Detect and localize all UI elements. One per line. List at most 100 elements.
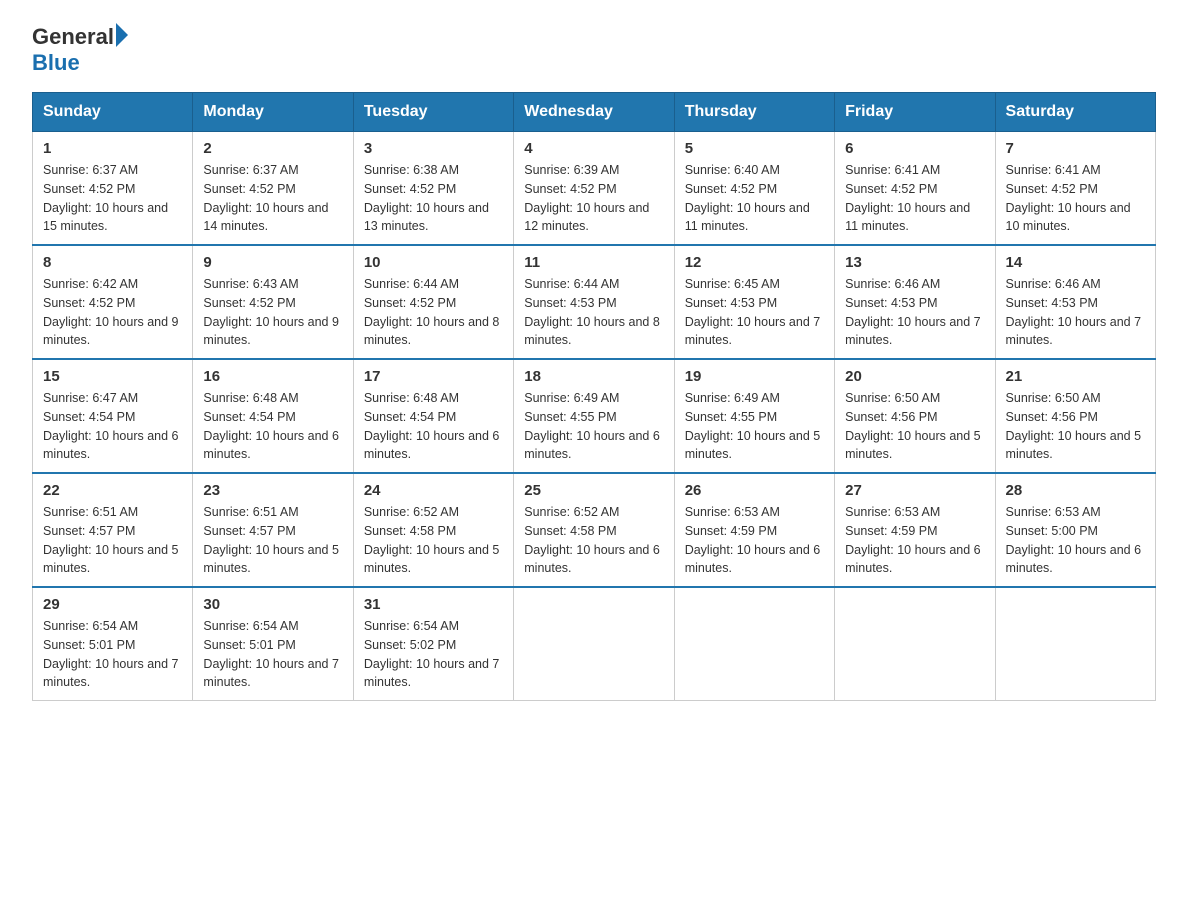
day-detail: Sunrise: 6:41 AMSunset: 4:52 PMDaylight:… — [845, 161, 984, 236]
day-detail: Sunrise: 6:48 AMSunset: 4:54 PMDaylight:… — [203, 389, 342, 464]
day-number: 16 — [203, 368, 342, 385]
logo-arrow-icon — [116, 23, 128, 47]
calendar-cell — [995, 587, 1155, 701]
day-detail: Sunrise: 6:50 AMSunset: 4:56 PMDaylight:… — [1006, 389, 1145, 464]
calendar-cell: 20 Sunrise: 6:50 AMSunset: 4:56 PMDayligh… — [835, 359, 995, 473]
day-detail: Sunrise: 6:53 AMSunset: 5:00 PMDaylight:… — [1006, 503, 1145, 578]
day-detail: Sunrise: 6:46 AMSunset: 4:53 PMDaylight:… — [845, 275, 984, 350]
weekday-header-sunday: Sunday — [33, 93, 193, 132]
calendar-cell: 17 Sunrise: 6:48 AMSunset: 4:54 PMDayligh… — [353, 359, 513, 473]
calendar-cell: 11 Sunrise: 6:44 AMSunset: 4:53 PMDayligh… — [514, 245, 674, 359]
day-detail: Sunrise: 6:46 AMSunset: 4:53 PMDaylight:… — [1006, 275, 1145, 350]
day-number: 13 — [845, 254, 984, 271]
day-number: 24 — [364, 482, 503, 499]
day-number: 26 — [685, 482, 824, 499]
day-number: 14 — [1006, 254, 1145, 271]
day-detail: Sunrise: 6:53 AMSunset: 4:59 PMDaylight:… — [845, 503, 984, 578]
day-detail: Sunrise: 6:49 AMSunset: 4:55 PMDaylight:… — [524, 389, 663, 464]
day-number: 10 — [364, 254, 503, 271]
calendar-cell: 4 Sunrise: 6:39 AMSunset: 4:52 PMDaylight… — [514, 132, 674, 246]
day-number: 3 — [364, 140, 503, 157]
day-number: 25 — [524, 482, 663, 499]
day-number: 8 — [43, 254, 182, 271]
weekday-header-saturday: Saturday — [995, 93, 1155, 132]
calendar-cell: 30 Sunrise: 6:54 AMSunset: 5:01 PMDayligh… — [193, 587, 353, 701]
calendar-cell: 15 Sunrise: 6:47 AMSunset: 4:54 PMDayligh… — [33, 359, 193, 473]
day-number: 22 — [43, 482, 182, 499]
day-detail: Sunrise: 6:38 AMSunset: 4:52 PMDaylight:… — [364, 161, 503, 236]
calendar-cell: 1Sunrise: 6:37 AMSunset: 4:52 PMDaylight… — [33, 132, 193, 246]
logo-general: General — [32, 24, 114, 50]
calendar-week-row: 15 Sunrise: 6:47 AMSunset: 4:54 PMDayligh… — [33, 359, 1156, 473]
calendar-cell: 5Sunrise: 6:40 AMSunset: 4:52 PMDaylight… — [674, 132, 834, 246]
calendar-cell: 7 Sunrise: 6:41 AMSunset: 4:52 PMDaylight… — [995, 132, 1155, 246]
weekday-header-thursday: Thursday — [674, 93, 834, 132]
weekday-header-friday: Friday — [835, 93, 995, 132]
calendar-cell: 27 Sunrise: 6:53 AMSunset: 4:59 PMDayligh… — [835, 473, 995, 587]
day-number: 17 — [364, 368, 503, 385]
day-detail: Sunrise: 6:41 AMSunset: 4:52 PMDaylight:… — [1006, 161, 1145, 236]
calendar-week-row: 8 Sunrise: 6:42 AMSunset: 4:52 PMDaylight… — [33, 245, 1156, 359]
page-header: General Blue — [32, 24, 1156, 76]
calendar-cell — [674, 587, 834, 701]
day-detail: Sunrise: 6:53 AMSunset: 4:59 PMDaylight:… — [685, 503, 824, 578]
weekday-header-wednesday: Wednesday — [514, 93, 674, 132]
day-number: 30 — [203, 596, 342, 613]
day-number: 15 — [43, 368, 182, 385]
calendar-cell: 23 Sunrise: 6:51 AMSunset: 4:57 PMDayligh… — [193, 473, 353, 587]
day-detail: Sunrise: 6:51 AMSunset: 4:57 PMDaylight:… — [43, 503, 182, 578]
calendar-cell: 14 Sunrise: 6:46 AMSunset: 4:53 PMDayligh… — [995, 245, 1155, 359]
calendar-cell: 22 Sunrise: 6:51 AMSunset: 4:57 PMDayligh… — [33, 473, 193, 587]
day-detail: Sunrise: 6:51 AMSunset: 4:57 PMDaylight:… — [203, 503, 342, 578]
day-number: 4 — [524, 140, 663, 157]
calendar-cell: 31 Sunrise: 6:54 AMSunset: 5:02 PMDayligh… — [353, 587, 513, 701]
day-detail: Sunrise: 6:54 AMSunset: 5:01 PMDaylight:… — [203, 617, 342, 692]
weekday-header-monday: Monday — [193, 93, 353, 132]
day-number: 27 — [845, 482, 984, 499]
day-detail: Sunrise: 6:47 AMSunset: 4:54 PMDaylight:… — [43, 389, 182, 464]
day-detail: Sunrise: 6:50 AMSunset: 4:56 PMDaylight:… — [845, 389, 984, 464]
day-detail: Sunrise: 6:44 AMSunset: 4:52 PMDaylight:… — [364, 275, 503, 350]
day-number: 20 — [845, 368, 984, 385]
day-detail: Sunrise: 6:44 AMSunset: 4:53 PMDaylight:… — [524, 275, 663, 350]
calendar-cell: 18 Sunrise: 6:49 AMSunset: 4:55 PMDayligh… — [514, 359, 674, 473]
day-number: 28 — [1006, 482, 1145, 499]
calendar-week-row: 29 Sunrise: 6:54 AMSunset: 5:01 PMDayligh… — [33, 587, 1156, 701]
day-number: 11 — [524, 254, 663, 271]
day-detail: Sunrise: 6:52 AMSunset: 4:58 PMDaylight:… — [364, 503, 503, 578]
day-number: 6 — [845, 140, 984, 157]
day-detail: Sunrise: 6:40 AMSunset: 4:52 PMDaylight:… — [685, 161, 824, 236]
day-detail: Sunrise: 6:42 AMSunset: 4:52 PMDaylight:… — [43, 275, 182, 350]
calendar-cell — [514, 587, 674, 701]
day-number: 2 — [203, 140, 342, 157]
logo-blue: Blue — [32, 50, 80, 76]
calendar-cell: 16 Sunrise: 6:48 AMSunset: 4:54 PMDayligh… — [193, 359, 353, 473]
day-detail: Sunrise: 6:52 AMSunset: 4:58 PMDaylight:… — [524, 503, 663, 578]
day-number: 21 — [1006, 368, 1145, 385]
calendar-cell: 28 Sunrise: 6:53 AMSunset: 5:00 PMDayligh… — [995, 473, 1155, 587]
day-detail: Sunrise: 6:43 AMSunset: 4:52 PMDaylight:… — [203, 275, 342, 350]
day-number: 29 — [43, 596, 182, 613]
calendar-cell: 12Sunrise: 6:45 AMSunset: 4:53 PMDayligh… — [674, 245, 834, 359]
day-detail: Sunrise: 6:49 AMSunset: 4:55 PMDaylight:… — [685, 389, 824, 464]
calendar-cell: 24 Sunrise: 6:52 AMSunset: 4:58 PMDayligh… — [353, 473, 513, 587]
calendar-cell: 25 Sunrise: 6:52 AMSunset: 4:58 PMDayligh… — [514, 473, 674, 587]
day-number: 31 — [364, 596, 503, 613]
calendar-cell: 6 Sunrise: 6:41 AMSunset: 4:52 PMDaylight… — [835, 132, 995, 246]
logo: General Blue — [32, 24, 128, 76]
calendar-week-row: 22 Sunrise: 6:51 AMSunset: 4:57 PMDayligh… — [33, 473, 1156, 587]
calendar-cell: 8 Sunrise: 6:42 AMSunset: 4:52 PMDaylight… — [33, 245, 193, 359]
day-detail: Sunrise: 6:54 AMSunset: 5:02 PMDaylight:… — [364, 617, 503, 692]
day-number: 9 — [203, 254, 342, 271]
day-number: 12 — [685, 254, 824, 271]
day-number: 23 — [203, 482, 342, 499]
day-detail: Sunrise: 6:37 AMSunset: 4:52 PMDaylight:… — [203, 161, 342, 236]
calendar-cell: 26 Sunrise: 6:53 AMSunset: 4:59 PMDayligh… — [674, 473, 834, 587]
day-detail: Sunrise: 6:48 AMSunset: 4:54 PMDaylight:… — [364, 389, 503, 464]
day-number: 7 — [1006, 140, 1145, 157]
calendar-cell: 13 Sunrise: 6:46 AMSunset: 4:53 PMDayligh… — [835, 245, 995, 359]
calendar-cell: 21 Sunrise: 6:50 AMSunset: 4:56 PMDayligh… — [995, 359, 1155, 473]
day-number: 18 — [524, 368, 663, 385]
day-detail: Sunrise: 6:39 AMSunset: 4:52 PMDaylight:… — [524, 161, 663, 236]
day-detail: Sunrise: 6:54 AMSunset: 5:01 PMDaylight:… — [43, 617, 182, 692]
